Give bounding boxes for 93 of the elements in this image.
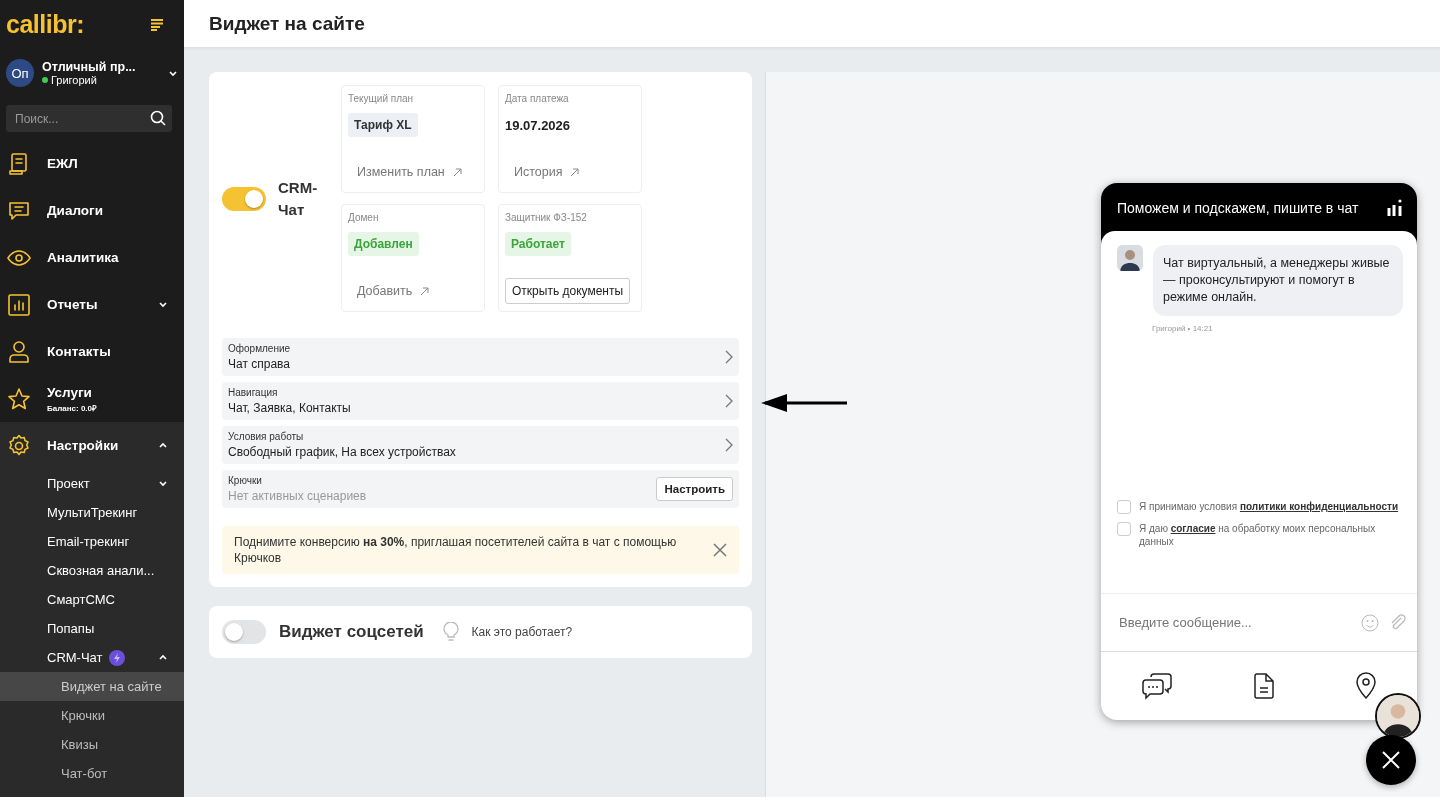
lightbulb-icon	[442, 622, 459, 643]
tile-link[interactable]: История	[514, 165, 580, 179]
close-icon[interactable]	[713, 543, 727, 558]
open-documents-button[interactable]: Открыть документы	[505, 278, 631, 304]
operator-avatar[interactable]	[1375, 693, 1421, 739]
submenu-item[interactable]: Крючки	[0, 701, 184, 730]
submenu-item[interactable]: Сквозная анали...	[0, 556, 184, 585]
notice-text: Поднимите конверсию на 30%, приглашая посетителей сайта в чат с помощью Крючков	[234, 534, 678, 567]
sidebar-item[interactable]: Настройки	[0, 422, 184, 469]
help-link[interactable]: Как это работает?	[471, 625, 573, 640]
status-tag: Работает	[505, 232, 571, 256]
chevron-icon	[158, 652, 168, 662]
chevron-icon	[158, 440, 168, 450]
document-icon[interactable]	[1253, 672, 1275, 700]
checkbox[interactable]	[1117, 522, 1131, 536]
chevron-icon	[158, 478, 168, 488]
external-link-icon	[570, 167, 580, 177]
person-icon	[7, 339, 31, 364]
status-tag: Тариф XL	[348, 113, 418, 137]
consent-text: Я принимаю условия политики конфиденциальности	[1139, 500, 1399, 513]
configure-button[interactable]: Настроить	[656, 477, 733, 501]
status-tag: Добавлен	[348, 232, 419, 256]
close-button[interactable]	[1366, 735, 1416, 785]
chevron-icon	[168, 68, 178, 78]
page-title: Виджет на сайте	[209, 12, 365, 35]
sidebar-item[interactable]: Диалоги	[0, 187, 184, 234]
message-meta: Григорий • 14:21	[1152, 323, 1214, 333]
row-label: Крючки	[228, 475, 263, 486]
submenu-item[interactable]: Email-трекинг	[0, 527, 184, 556]
submenu-item[interactable]: Виджет на сайте	[0, 672, 184, 701]
toggle-switch[interactable]	[222, 186, 266, 211]
submenu-item[interactable]: Квизы	[0, 730, 184, 759]
chat-bubbles-icon[interactable]	[1141, 671, 1173, 701]
chat-message: Чат виртуальный, а менеджеры живые — проконсультируют и помогут в режиме онлайн.	[1153, 245, 1403, 316]
row-label: Оформление	[228, 343, 292, 354]
external-link-icon	[420, 286, 430, 296]
row-value: Свободный график, На всех устройствах	[228, 445, 457, 459]
tile-link[interactable]: Изменить план	[357, 165, 462, 179]
location-pin-icon[interactable]	[1355, 672, 1377, 700]
sidebar-item[interactable]: Контакты	[0, 328, 184, 375]
chevron-right-icon	[725, 438, 733, 452]
row-label: Условия работы	[228, 431, 305, 442]
balance-label: Баланс: 0.0₽	[47, 402, 99, 413]
submenu-item[interactable]: МультиТрекинг	[0, 498, 184, 527]
user-name: Григорий	[42, 74, 160, 86]
submenu-item[interactable]: CRM-Чат	[0, 643, 184, 672]
account-avatar: Оп	[6, 59, 34, 87]
logo[interactable]: callibr:	[6, 10, 84, 39]
paperclip-icon[interactable]	[1389, 613, 1407, 632]
submenu-item[interactable]: Чат-бот	[0, 759, 184, 788]
row-value: Чат справа	[228, 357, 291, 371]
settings-row[interactable]: Крючки Нет активных сценариев Настроить	[222, 470, 739, 508]
row-value: Нет активных сценариев	[228, 489, 368, 503]
account-name[interactable]: Отличный пр...	[42, 60, 160, 74]
sidebar-item[interactable]: Аналитика	[0, 234, 184, 281]
settings-row[interactable]: Навигация Чат, Заявка, Контакты	[222, 382, 739, 420]
tile-link[interactable]: Добавить	[357, 284, 430, 298]
row-label: Навигация	[228, 387, 279, 398]
submenu-item[interactable]: СмартСМС	[0, 585, 184, 614]
consent-link[interactable]: политики конфиденциальности	[1239, 501, 1399, 512]
search-icon	[150, 110, 166, 126]
settings-icon	[7, 433, 31, 458]
submenu-item[interactable]: Попапы	[0, 614, 184, 643]
tile-label: Защитник ФЗ-152	[505, 212, 587, 223]
toggle-label: CRM-Чат	[278, 177, 319, 220]
tile-value: 19.07.2026	[505, 117, 571, 135]
sidebar-item[interactable]: Отчеты	[0, 281, 184, 328]
consent-link[interactable]: согласие	[1170, 523, 1216, 534]
checkbox[interactable]	[1117, 500, 1131, 514]
consent-text: Я даю согласие на обработку моих персональных данных	[1139, 522, 1377, 548]
close-icon	[1381, 750, 1401, 770]
submenu-item[interactable]: Проект	[0, 469, 184, 498]
avatar	[1117, 245, 1143, 271]
tile-label: Дата платежа	[505, 93, 569, 104]
settings-row[interactable]: Условия работы Свободный график, На всех устройствах	[222, 426, 739, 464]
tile-label: Домен	[348, 212, 379, 223]
bar-chart-icon[interactable]	[1387, 199, 1403, 217]
external-link-icon	[452, 167, 462, 177]
settings-row[interactable]: Оформление Чат справа	[222, 338, 739, 376]
toggle-label: Виджет соцсетей	[279, 622, 424, 643]
bar-chart-icon	[7, 292, 31, 317]
chevron-icon	[158, 299, 168, 309]
chevron-right-icon	[725, 394, 733, 408]
row-value: Чат, Заявка, Контакты	[228, 401, 352, 415]
search-field[interactable]: Поиск...	[6, 105, 172, 132]
tile-label: Текущий план	[348, 93, 414, 104]
star-icon	[7, 386, 31, 411]
menu-icon[interactable]	[150, 18, 164, 31]
chevron-right-icon	[725, 350, 733, 364]
sidebar-item[interactable]: ЕЖЛ	[0, 140, 184, 187]
toggle-switch[interactable]	[222, 620, 266, 645]
widget-title: Поможем и подскажем, пишите в чат	[1117, 199, 1360, 217]
sidebar-item[interactable]: Услуги Баланс: 0.0₽	[0, 375, 184, 422]
